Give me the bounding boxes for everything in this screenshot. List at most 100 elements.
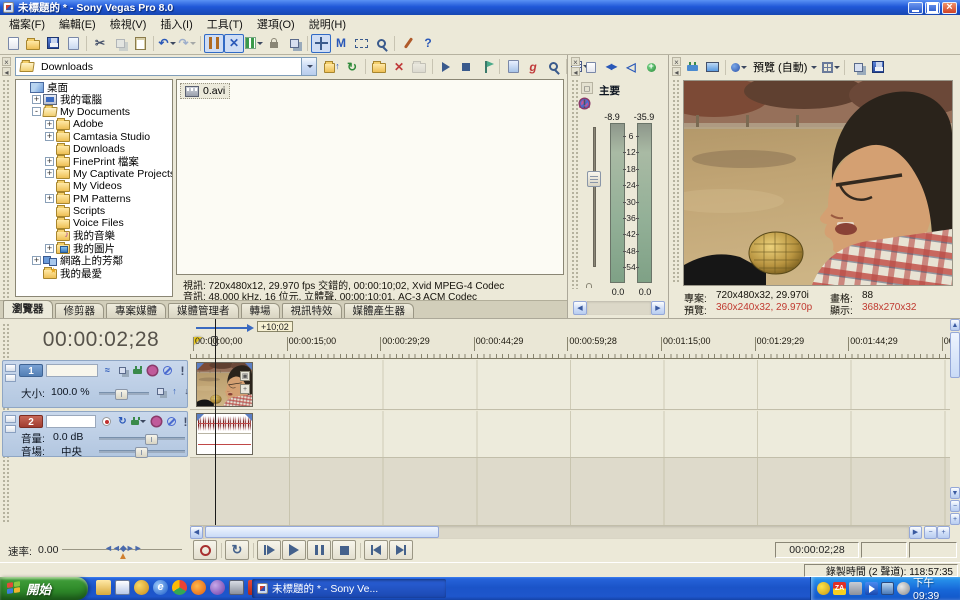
up-level-icon[interactable]: ↑ [322, 57, 342, 76]
task-button[interactable]: 未標題的 * - Sony Ve... [252, 579, 446, 598]
preview-quality-icon[interactable]: 預覽 (自動) [749, 59, 821, 75]
record-button[interactable] [193, 540, 217, 560]
ignore-grouping-icon[interactable] [284, 34, 304, 53]
menu-item[interactable]: 說明(H) [302, 15, 353, 33]
whats-this-help-icon[interactable]: ? [418, 34, 438, 53]
record-arm-icon[interactable] [99, 415, 114, 428]
project-properties-icon[interactable] [63, 34, 83, 53]
vzoom-in-icon[interactable]: + [950, 513, 960, 525]
tree-item[interactable]: +PM Patterns [17, 193, 171, 205]
mixer-collapse-icon[interactable]: ◂ [571, 67, 580, 76]
track1-restore-icon[interactable] [5, 374, 16, 382]
paste-icon[interactable] [130, 34, 150, 53]
preview-grip[interactable] [672, 79, 680, 283]
selection-end-box[interactable] [909, 542, 957, 558]
redo-icon[interactable]: ↷ [177, 34, 197, 53]
vscroll-down-icon[interactable]: ▼ [950, 487, 960, 499]
track2-header[interactable]: 2 ↻ ! 音量: 0.0 dB 音場: 中央 [2, 411, 188, 457]
copy-icon[interactable] [110, 34, 130, 53]
dock-tab[interactable]: 瀏覽器 [3, 300, 53, 318]
delete-icon[interactable]: ✕ [389, 57, 409, 76]
mixer-properties-icon[interactable] [581, 58, 601, 77]
tree-item[interactable]: +Camtasia Studio [17, 131, 171, 143]
add-favorites-icon[interactable] [409, 57, 429, 76]
track1-header[interactable]: 1 ≈ ! 大小: 100.0 % ↑ ↓ [2, 360, 188, 408]
track2-fx-icon[interactable] [131, 415, 146, 428]
vzoom-out-icon[interactable]: − [950, 500, 960, 512]
address-dropdown-icon[interactable] [301, 58, 316, 75]
fade-handle-icon[interactable] [197, 414, 204, 421]
tree-item[interactable]: -My Documents [17, 106, 171, 118]
vscroll-up-icon[interactable]: ▲ [950, 319, 960, 331]
tray-player-icon[interactable] [865, 582, 878, 595]
copy-snapshot-icon[interactable] [848, 58, 868, 77]
normal-edit-tool-icon[interactable] [311, 34, 331, 53]
chrome-icon[interactable] [172, 580, 187, 595]
mixer-grip[interactable] [571, 79, 579, 289]
search-icon[interactable] [543, 57, 563, 76]
stop-preview-icon[interactable] [456, 57, 476, 76]
track2-automation-icon[interactable] [149, 415, 164, 428]
tray-utility-icon[interactable] [849, 582, 862, 595]
insert-bus-icon[interactable] [641, 58, 661, 77]
envelope-edit-tool-icon[interactable]: M [331, 34, 351, 53]
lock-envelopes-icon[interactable] [264, 34, 284, 53]
timeline-hscrollbar[interactable]: ◀ ▶ − + [190, 526, 950, 539]
zonealarm-icon[interactable]: ZA [833, 582, 846, 595]
close-button[interactable] [942, 2, 957, 14]
pause-button[interactable] [307, 540, 331, 560]
tree-expander-icon[interactable]: + [45, 157, 54, 166]
tree-item[interactable]: +我的電腦 [17, 93, 171, 105]
track1-automation-icon[interactable] [145, 364, 160, 377]
auto-ripple-icon[interactable] [244, 34, 264, 53]
stop-button[interactable] [332, 540, 356, 560]
mixer-scroll-right-icon[interactable]: ▶ [651, 301, 665, 315]
tray-volume-icon[interactable] [897, 582, 910, 595]
track2-minimize-icon[interactable] [5, 415, 16, 423]
menu-item[interactable]: 檔案(F) [2, 15, 52, 33]
mixer-close-icon[interactable]: × [571, 57, 580, 66]
track1-name-field[interactable] [46, 364, 98, 377]
hscroll-left-icon[interactable]: ◀ [190, 526, 203, 539]
start-button[interactable]: 開始 [0, 577, 88, 600]
tree-expander-icon[interactable]: + [32, 95, 41, 104]
track1-size-thumb[interactable] [115, 389, 128, 400]
save-snapshot-icon[interactable] [868, 58, 888, 77]
address-combo[interactable]: Downloads [15, 57, 317, 76]
timeline-vscrollbar[interactable]: ▲ ▼ − + [950, 319, 960, 525]
menu-item[interactable]: 插入(I) [153, 15, 199, 33]
tree-item[interactable]: +Adobe [17, 118, 171, 130]
undo-icon[interactable]: ↶ [157, 34, 177, 53]
explorer-collapse-icon[interactable]: ◂ [2, 67, 11, 76]
video-event[interactable]: ▣ + [196, 362, 253, 407]
track2-restore-icon[interactable] [5, 425, 16, 433]
event-pan-crop-icon[interactable]: ▣ [240, 371, 250, 381]
play-button[interactable] [282, 540, 306, 560]
file-item[interactable]: 0.avi [180, 83, 230, 99]
snapping-icon[interactable] [204, 34, 224, 53]
explorer-close-icon[interactable]: × [2, 57, 11, 66]
taskbar-clock[interactable]: 下午 09:39 [913, 575, 960, 600]
loop-playback-button[interactable] [225, 540, 249, 560]
cursor-time-box[interactable]: 00:00:02;28 [775, 542, 859, 558]
selection-edit-tool-icon[interactable] [351, 34, 371, 53]
new-project-icon[interactable] [3, 34, 23, 53]
tree-item[interactable]: Scripts [17, 205, 171, 217]
track2-pan-slider[interactable] [99, 450, 185, 453]
fade-handle-icon[interactable] [197, 363, 204, 370]
dock-tab[interactable]: 轉場 [241, 303, 280, 318]
track1-mute-icon[interactable] [160, 364, 175, 377]
save-icon[interactable] [43, 34, 63, 53]
new-folder-icon[interactable] [369, 57, 389, 76]
tree-expander-icon[interactable]: + [45, 120, 54, 129]
auto-preview-icon[interactable] [476, 57, 496, 76]
playhead[interactable] [215, 319, 216, 525]
zoom-in-icon[interactable]: + [937, 526, 950, 539]
timeline-ruler[interactable]: +10;02 00:00:00;0000:00:15;0000:00:29;29… [190, 319, 950, 359]
compositing-mode-icon[interactable] [153, 385, 168, 398]
tree-item[interactable]: +My Captivate Projects [17, 168, 171, 180]
track1-minimize-icon[interactable] [5, 364, 16, 372]
master-bus-icon[interactable]: ◻ [581, 82, 593, 94]
shuttle-marker-icon[interactable]: ▲ [118, 551, 128, 562]
master-fader-thumb[interactable] [587, 171, 601, 187]
